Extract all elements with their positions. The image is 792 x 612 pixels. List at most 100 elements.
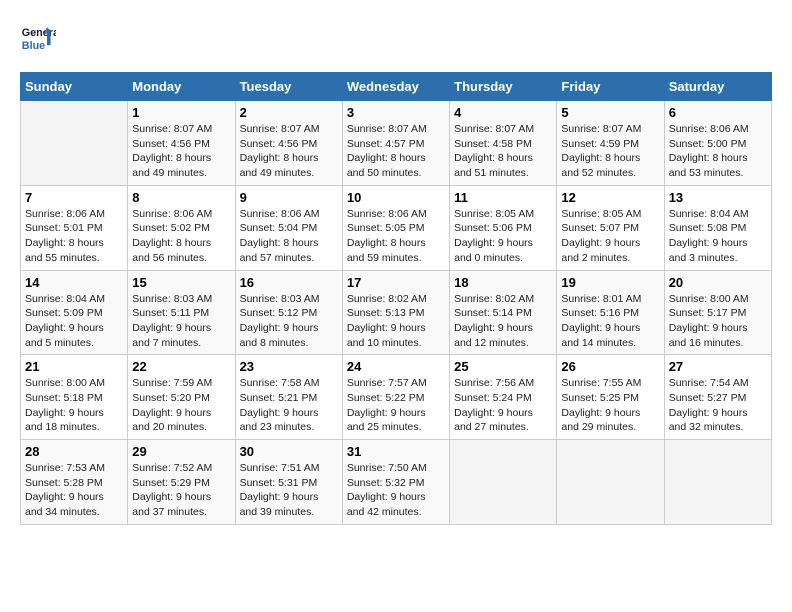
calendar-cell: 31 Sunrise: 7:50 AMSunset: 5:32 PMDayligh… [342, 440, 449, 525]
day-number: 5 [561, 105, 659, 120]
day-number: 21 [25, 359, 123, 374]
day-number: 20 [669, 275, 767, 290]
calendar-cell: 25 Sunrise: 7:56 AMSunset: 5:24 PMDayligh… [450, 355, 557, 440]
day-number: 29 [132, 444, 230, 459]
calendar-cell: 11 Sunrise: 8:05 AMSunset: 5:06 PMDayligh… [450, 185, 557, 270]
calendar-cell [450, 440, 557, 525]
cell-details: Sunrise: 8:07 AMSunset: 4:56 PMDaylight:… [132, 122, 230, 181]
calendar-cell: 9 Sunrise: 8:06 AMSunset: 5:04 PMDaylight… [235, 185, 342, 270]
weekday-header: Thursday [450, 73, 557, 101]
cell-details: Sunrise: 7:50 AMSunset: 5:32 PMDaylight:… [347, 461, 445, 520]
day-number: 31 [347, 444, 445, 459]
day-number: 6 [669, 105, 767, 120]
cell-details: Sunrise: 8:06 AMSunset: 5:04 PMDaylight:… [240, 207, 338, 266]
calendar-body: 1 Sunrise: 8:07 AMSunset: 4:56 PMDaylight… [21, 101, 772, 525]
day-number: 24 [347, 359, 445, 374]
calendar-cell: 10 Sunrise: 8:06 AMSunset: 5:05 PMDayligh… [342, 185, 449, 270]
day-number: 25 [454, 359, 552, 374]
day-number: 17 [347, 275, 445, 290]
cell-details: Sunrise: 7:53 AMSunset: 5:28 PMDaylight:… [25, 461, 123, 520]
cell-details: Sunrise: 8:05 AMSunset: 5:06 PMDaylight:… [454, 207, 552, 266]
page-header: General Blue [20, 20, 772, 56]
calendar-cell: 19 Sunrise: 8:01 AMSunset: 5:16 PMDayligh… [557, 270, 664, 355]
calendar-cell: 27 Sunrise: 7:54 AMSunset: 5:27 PMDayligh… [664, 355, 771, 440]
weekday-header: Tuesday [235, 73, 342, 101]
day-number: 8 [132, 190, 230, 205]
cell-details: Sunrise: 7:55 AMSunset: 5:25 PMDaylight:… [561, 376, 659, 435]
day-number: 12 [561, 190, 659, 205]
calendar-cell [21, 101, 128, 186]
calendar-cell: 1 Sunrise: 8:07 AMSunset: 4:56 PMDaylight… [128, 101, 235, 186]
calendar-cell: 26 Sunrise: 7:55 AMSunset: 5:25 PMDayligh… [557, 355, 664, 440]
calendar-cell: 3Sunrise: 8:07 AMSunset: 4:57 PMDaylight… [342, 101, 449, 186]
day-number: 30 [240, 444, 338, 459]
calendar-cell: 29 Sunrise: 7:52 AMSunset: 5:29 PMDayligh… [128, 440, 235, 525]
calendar-cell [557, 440, 664, 525]
day-number: 4 [454, 105, 552, 120]
calendar-cell: 22 Sunrise: 7:59 AMSunset: 5:20 PMDayligh… [128, 355, 235, 440]
calendar-cell [664, 440, 771, 525]
weekday-header: Wednesday [342, 73, 449, 101]
day-number: 11 [454, 190, 552, 205]
day-number: 26 [561, 359, 659, 374]
calendar-cell: 23Sunrise: 7:58 AMSunset: 5:21 PMDayligh… [235, 355, 342, 440]
calendar-cell: 15Sunrise: 8:03 AMSunset: 5:11 PMDayligh… [128, 270, 235, 355]
calendar-cell: 5 Sunrise: 8:07 AMSunset: 4:59 PMDaylight… [557, 101, 664, 186]
calendar-cell: 8 Sunrise: 8:06 AMSunset: 5:02 PMDaylight… [128, 185, 235, 270]
cell-details: Sunrise: 7:56 AMSunset: 5:24 PMDaylight:… [454, 376, 552, 435]
calendar-cell: 28Sunrise: 7:53 AMSunset: 5:28 PMDayligh… [21, 440, 128, 525]
calendar-week-row: 28Sunrise: 7:53 AMSunset: 5:28 PMDayligh… [21, 440, 772, 525]
cell-details: Sunrise: 7:54 AMSunset: 5:27 PMDaylight:… [669, 376, 767, 435]
cell-details: Sunrise: 8:07 AMSunset: 4:58 PMDaylight:… [454, 122, 552, 181]
day-number: 14 [25, 275, 123, 290]
cell-details: Sunrise: 8:04 AMSunset: 5:08 PMDaylight:… [669, 207, 767, 266]
cell-details: Sunrise: 8:03 AMSunset: 5:12 PMDaylight:… [240, 292, 338, 351]
day-number: 22 [132, 359, 230, 374]
cell-details: Sunrise: 8:07 AMSunset: 4:57 PMDaylight:… [347, 122, 445, 181]
svg-text:General: General [22, 27, 56, 39]
calendar-header-row: SundayMondayTuesdayWednesdayThursdayFrid… [21, 73, 772, 101]
day-number: 15 [132, 275, 230, 290]
calendar-week-row: 1 Sunrise: 8:07 AMSunset: 4:56 PMDaylight… [21, 101, 772, 186]
day-number: 27 [669, 359, 767, 374]
cell-details: Sunrise: 8:04 AMSunset: 5:09 PMDaylight:… [25, 292, 123, 351]
cell-details: Sunrise: 8:07 AMSunset: 4:59 PMDaylight:… [561, 122, 659, 181]
cell-details: Sunrise: 8:06 AMSunset: 5:02 PMDaylight:… [132, 207, 230, 266]
cell-details: Sunrise: 8:05 AMSunset: 5:07 PMDaylight:… [561, 207, 659, 266]
calendar-cell: 24 Sunrise: 7:57 AMSunset: 5:22 PMDayligh… [342, 355, 449, 440]
day-number: 7 [25, 190, 123, 205]
logo: General Blue [20, 20, 56, 56]
calendar-cell: 20Sunrise: 8:00 AMSunset: 5:17 PMDayligh… [664, 270, 771, 355]
cell-details: Sunrise: 8:06 AMSunset: 5:01 PMDaylight:… [25, 207, 123, 266]
day-number: 1 [132, 105, 230, 120]
weekday-header: Sunday [21, 73, 128, 101]
logo-icon: General Blue [20, 20, 56, 56]
cell-details: Sunrise: 7:59 AMSunset: 5:20 PMDaylight:… [132, 376, 230, 435]
calendar-cell: 4 Sunrise: 8:07 AMSunset: 4:58 PMDaylight… [450, 101, 557, 186]
weekday-header: Saturday [664, 73, 771, 101]
calendar-cell: 6 Sunrise: 8:06 AMSunset: 5:00 PMDaylight… [664, 101, 771, 186]
cell-details: Sunrise: 7:52 AMSunset: 5:29 PMDaylight:… [132, 461, 230, 520]
calendar-cell: 18Sunrise: 8:02 AMSunset: 5:14 PMDayligh… [450, 270, 557, 355]
calendar-cell: 13 Sunrise: 8:04 AMSunset: 5:08 PMDayligh… [664, 185, 771, 270]
weekday-header: Monday [128, 73, 235, 101]
calendar-cell: 12 Sunrise: 8:05 AMSunset: 5:07 PMDayligh… [557, 185, 664, 270]
cell-details: Sunrise: 8:06 AMSunset: 5:05 PMDaylight:… [347, 207, 445, 266]
calendar-cell: 7 Sunrise: 8:06 AMSunset: 5:01 PMDaylight… [21, 185, 128, 270]
day-number: 9 [240, 190, 338, 205]
day-number: 10 [347, 190, 445, 205]
cell-details: Sunrise: 7:57 AMSunset: 5:22 PMDaylight:… [347, 376, 445, 435]
day-number: 23 [240, 359, 338, 374]
calendar-table: SundayMondayTuesdayWednesdayThursdayFrid… [20, 72, 772, 525]
cell-details: Sunrise: 8:06 AMSunset: 5:00 PMDaylight:… [669, 122, 767, 181]
cell-details: Sunrise: 8:02 AMSunset: 5:14 PMDaylight:… [454, 292, 552, 351]
calendar-week-row: 14 Sunrise: 8:04 AMSunset: 5:09 PMDayligh… [21, 270, 772, 355]
calendar-cell: 17 Sunrise: 8:02 AMSunset: 5:13 PMDayligh… [342, 270, 449, 355]
cell-details: Sunrise: 8:01 AMSunset: 5:16 PMDaylight:… [561, 292, 659, 351]
day-number: 2 [240, 105, 338, 120]
day-number: 19 [561, 275, 659, 290]
calendar-cell: 14 Sunrise: 8:04 AMSunset: 5:09 PMDayligh… [21, 270, 128, 355]
day-number: 13 [669, 190, 767, 205]
cell-details: Sunrise: 8:02 AMSunset: 5:13 PMDaylight:… [347, 292, 445, 351]
calendar-week-row: 7 Sunrise: 8:06 AMSunset: 5:01 PMDaylight… [21, 185, 772, 270]
